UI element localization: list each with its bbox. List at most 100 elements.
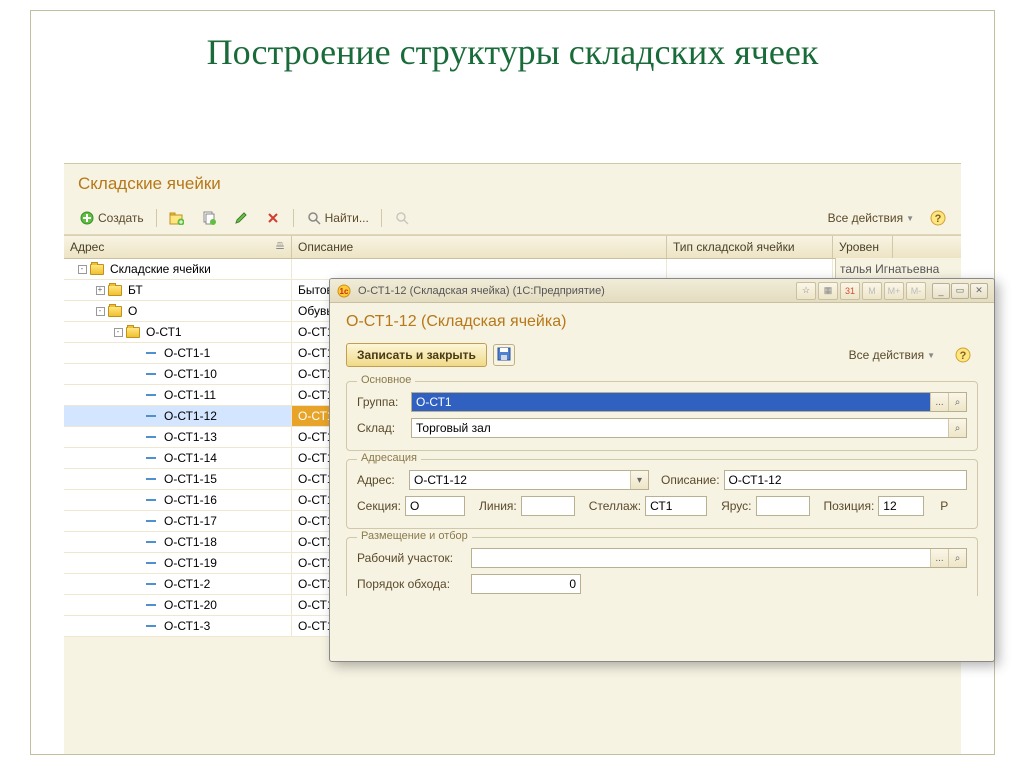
line-input[interactable] [522, 497, 574, 515]
col-cell-type[interactable]: Тип складской ячейки [667, 236, 833, 258]
open-button[interactable]: ⌕ [948, 549, 966, 567]
pos-input[interactable] [879, 497, 923, 515]
open-button[interactable]: ⌕ [948, 419, 966, 437]
dialog-mini-toolbar: ☆ ▦ 31 M M+ M- [796, 282, 926, 300]
desc-input[interactable] [725, 471, 966, 489]
mini-m-button[interactable]: M [862, 282, 882, 300]
svg-text:?: ? [935, 213, 942, 225]
item-icon [146, 583, 156, 585]
col-address[interactable]: Адрес≞ [64, 236, 292, 258]
create-button[interactable]: Создать [72, 206, 151, 230]
search-icon: ⌕ [955, 553, 961, 564]
col-level[interactable]: Уровен [833, 236, 893, 258]
svg-text:1c: 1c [340, 287, 349, 296]
copy-button[interactable] [194, 206, 224, 230]
all-actions-label: Все действия [828, 211, 903, 225]
separator [293, 209, 294, 227]
tree-row[interactable]: -Складские ячейки [64, 259, 961, 280]
svg-text:?: ? [960, 350, 967, 362]
maximize-icon: ▭ [956, 285, 965, 296]
delete-button[interactable] [258, 206, 288, 230]
tier-label: Ярус: [721, 499, 751, 513]
tree-label: О-СТ1-20 [164, 598, 217, 612]
new-folder-button[interactable] [162, 206, 192, 230]
tree-label: О-СТ1-3 [164, 619, 210, 633]
tree-label: О-СТ1-1 [164, 346, 210, 360]
group-label: Группа: [357, 395, 407, 409]
app-title: Складские ячейки [64, 164, 961, 202]
select-button[interactable]: ... [930, 549, 948, 567]
mini-fav-button[interactable]: ☆ [796, 282, 816, 300]
mini-grid-button[interactable]: ▦ [818, 282, 838, 300]
item-icon [146, 541, 156, 543]
main-toolbar: Создать Найти... Все действия ▼ ? [64, 202, 961, 235]
fieldset-address: Адресация Адрес: ▾ Описание: Секция: Лин… [346, 459, 978, 529]
tree-label: О-СТ1-19 [164, 556, 217, 570]
separator [156, 209, 157, 227]
tree-label: О-СТ1 [146, 325, 182, 339]
save-close-button[interactable]: Записать и закрыть [346, 343, 487, 367]
help-button[interactable]: ? [923, 206, 953, 230]
help-icon: ? [930, 210, 946, 226]
delete-icon [265, 210, 281, 226]
col-description[interactable]: Описание [292, 236, 667, 258]
cell-dialog: 1c О-СТ1-12 (Складская ячейка) (1С:Предп… [329, 278, 995, 662]
mini-cal-button[interactable]: 31 [840, 282, 860, 300]
sklad-input[interactable] [412, 419, 948, 437]
tier-input[interactable] [757, 497, 809, 515]
calendar-icon: 31 [845, 286, 855, 296]
item-icon [146, 415, 156, 417]
dropdown-button[interactable]: ▾ [630, 471, 648, 489]
mini-mminus-button[interactable]: M- [906, 282, 926, 300]
item-icon [146, 457, 156, 459]
fieldset-place: Размещение и отбор Рабочий участок: ... … [346, 537, 978, 596]
select-button[interactable]: ... [930, 393, 948, 411]
edit-button[interactable] [226, 206, 256, 230]
area-input[interactable] [472, 549, 930, 567]
new-folder-icon [169, 210, 185, 226]
maximize-button[interactable]: ▭ [951, 283, 969, 299]
group-input[interactable] [412, 393, 930, 411]
minimize-icon: _ [938, 286, 943, 296]
dialog-window-title: О-СТ1-12 (Складская ячейка) (1С:Предприя… [358, 285, 790, 297]
sklad-label: Склад: [357, 421, 407, 435]
minimize-button[interactable]: _ [932, 283, 950, 299]
section-input[interactable] [406, 497, 464, 515]
expander-button[interactable]: - [94, 305, 106, 317]
folder-icon [108, 306, 122, 317]
all-actions-button[interactable]: Все действия ▼ [821, 207, 921, 229]
close-icon: ✕ [975, 285, 983, 296]
folder-icon [126, 327, 140, 338]
addr-label: Адрес: [357, 473, 405, 487]
expander-button[interactable]: - [76, 263, 88, 275]
tree-label: О-СТ1-12 [164, 409, 217, 423]
tree-label: О-СТ1-15 [164, 472, 217, 486]
tree-desc [292, 259, 667, 279]
find-button[interactable]: Найти... [299, 206, 376, 230]
order-input[interactable] [472, 575, 580, 593]
open-button[interactable]: ⌕ [948, 393, 966, 411]
search-icon: ⌕ [955, 397, 961, 408]
addr-input[interactable] [410, 471, 630, 489]
dialog-all-actions-button[interactable]: Все действия ▼ [842, 344, 942, 366]
tree-label: О-СТ1-10 [164, 367, 217, 381]
legend-main: Основное [357, 374, 415, 386]
tree-label: О-СТ1-18 [164, 535, 217, 549]
save-button[interactable] [493, 344, 515, 366]
plus-icon [79, 210, 95, 226]
expander-button[interactable]: - [112, 326, 124, 338]
expander-button[interactable]: + [94, 284, 106, 296]
dialog-titlebar[interactable]: 1c О-СТ1-12 (Складская ячейка) (1С:Предп… [330, 279, 994, 303]
item-icon [146, 562, 156, 564]
item-icon [146, 625, 156, 627]
tree-label: О-СТ1-16 [164, 493, 217, 507]
mini-mplus-button[interactable]: M+ [884, 282, 904, 300]
dialog-help-button[interactable]: ? [948, 343, 978, 367]
tree-label: О-СТ1-11 [164, 388, 216, 402]
tree-label: БТ [128, 283, 143, 297]
tree-label: О-СТ1-2 [164, 577, 210, 591]
item-icon [146, 352, 156, 354]
clear-search-button[interactable] [387, 206, 417, 230]
close-button[interactable]: ✕ [970, 283, 988, 299]
rack-input[interactable] [646, 497, 706, 515]
